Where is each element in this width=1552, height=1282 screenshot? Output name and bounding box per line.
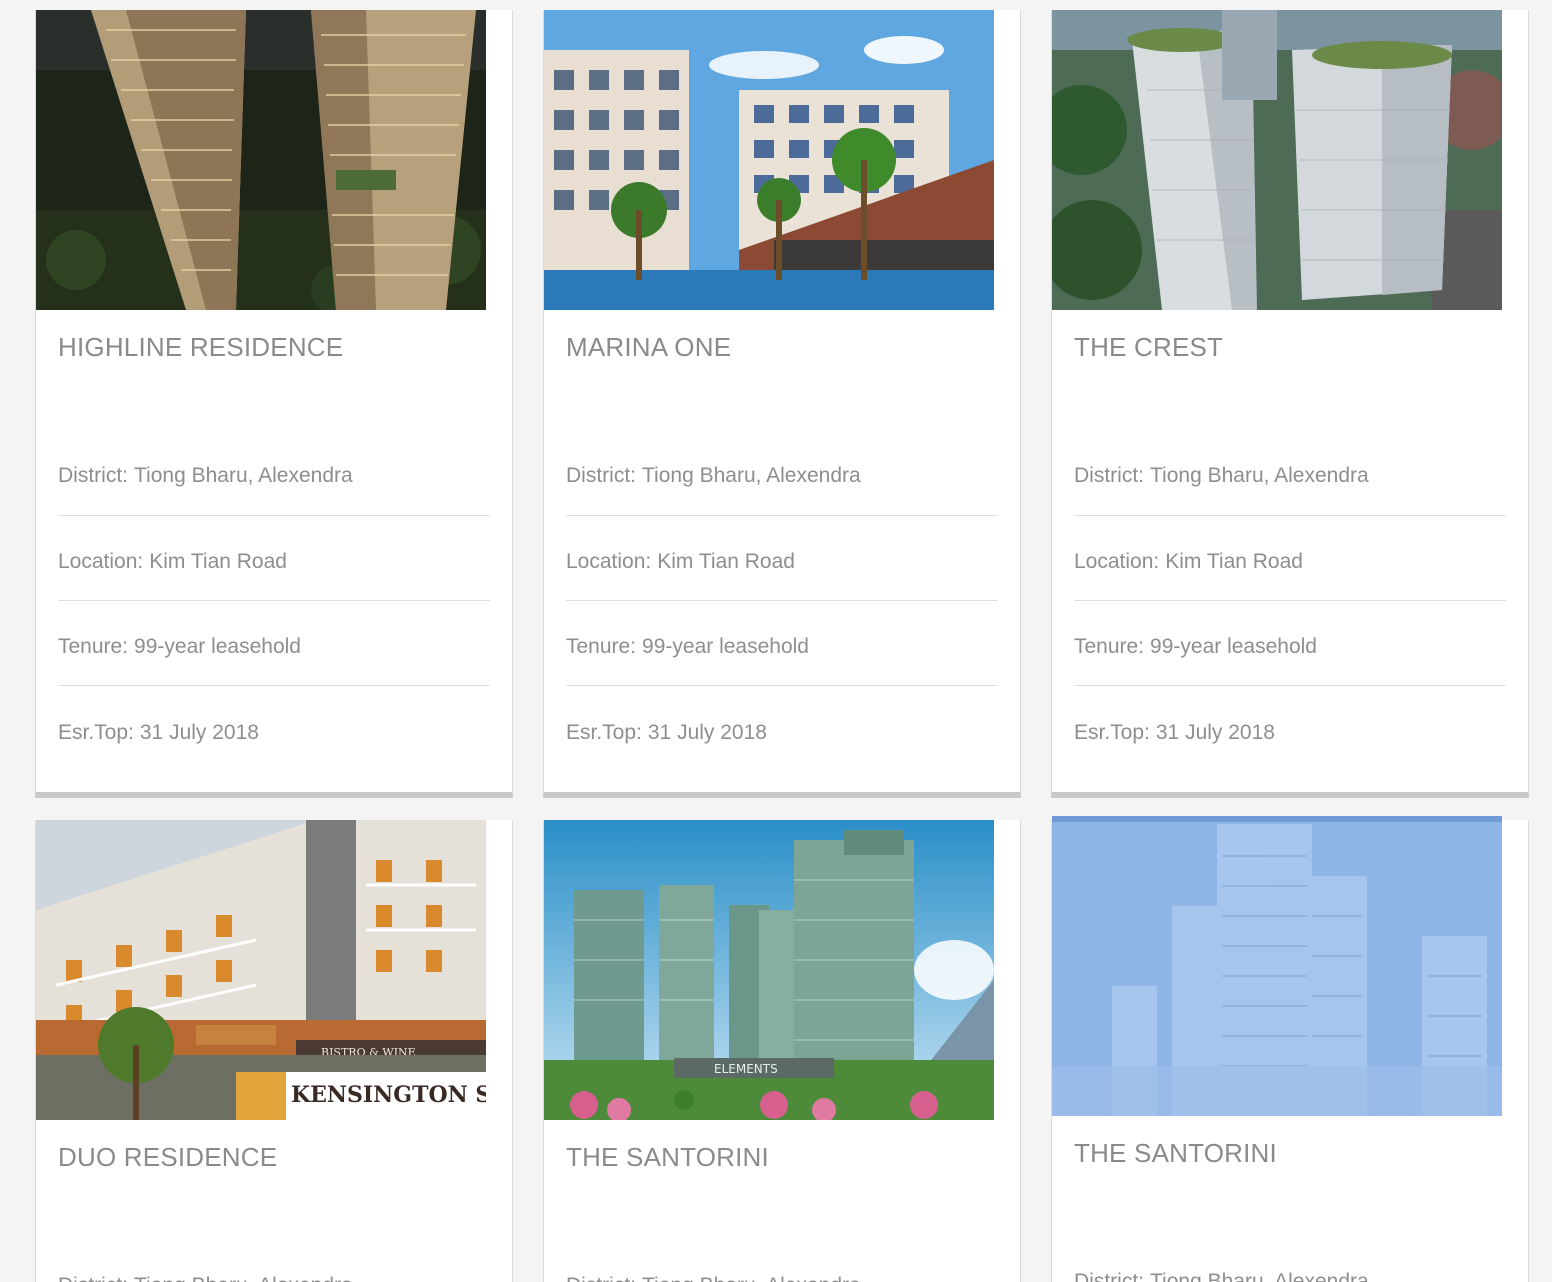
- top-date-value: 31 July 2018: [1155, 720, 1275, 744]
- district-label: District:: [58, 1274, 128, 1282]
- property-card-the-santorini[interactable]: ELEMENTS THE SANTORINI District: Tiong B…: [543, 820, 1021, 1282]
- district-value: Tiong Bharu, Alexendra: [134, 1274, 353, 1282]
- property-card-the-santorini-2[interactable]: THE SANTORINI District: Tiong Bharu, Ale…: [1051, 816, 1529, 1282]
- top-date-row: Esr.Top: 31 July 2018: [58, 686, 490, 771]
- tenure-row: Tenure: 99-year leasehold: [1074, 601, 1506, 686]
- district-row: District: Tiong Bharu, Alexendra: [1074, 1220, 1506, 1282]
- location-value: Kim Tian Road: [1165, 550, 1303, 573]
- property-grid: HIGHLINE RESIDENCE District: Tiong Bharu…: [0, 0, 1552, 1282]
- district-label: District:: [566, 1274, 636, 1282]
- property-card-the-crest[interactable]: THE CREST District: Tiong Bharu, Alexend…: [1051, 10, 1529, 798]
- tenure-label: Tenure:: [1074, 635, 1145, 658]
- location-label: Location:: [566, 550, 652, 573]
- property-title[interactable]: HIGHLINE RESIDENCE: [58, 330, 490, 414]
- tenure-label: Tenure:: [566, 635, 637, 658]
- district-row: District: Tiong Bharu, Alexendra: [566, 414, 998, 516]
- property-title[interactable]: MARINA ONE: [566, 330, 998, 414]
- district-value: Tiong Bharu, Alexendra: [642, 463, 861, 487]
- property-photo[interactable]: [36, 10, 486, 310]
- property-photo[interactable]: BISTRO & WINE KENSINGTON SQUARE: [36, 820, 486, 1120]
- tenure-row: Tenure: 99-year leasehold: [58, 601, 490, 686]
- building-sign-text: KENSINGTON SQUARE: [291, 1082, 486, 1108]
- district-row: District: Tiong Bharu, Alexendra: [566, 1224, 998, 1282]
- district-value: Tiong Bharu, Alexendra: [1150, 463, 1369, 487]
- top-date-label: Esr.Top:: [1074, 720, 1150, 744]
- property-photo[interactable]: [1052, 816, 1502, 1116]
- property-title[interactable]: THE CREST: [1074, 330, 1506, 414]
- tenure-label: Tenure:: [58, 635, 129, 658]
- district-value: Tiong Bharu, Alexendra: [642, 1274, 861, 1282]
- property-card-highline-residence[interactable]: HIGHLINE RESIDENCE District: Tiong Bharu…: [35, 10, 513, 798]
- tenure-value: 99-year leasehold: [642, 635, 809, 658]
- location-value: Kim Tian Road: [657, 550, 795, 573]
- building-sign-text: ELEMENTS: [714, 1062, 778, 1076]
- property-card-duo-residence[interactable]: BISTRO & WINE KENSINGTON SQUARE DUO RESI…: [35, 820, 513, 1282]
- top-date-row: Esr.Top: 31 July 2018: [1074, 686, 1506, 771]
- tenure-row: Tenure: 99-year leasehold: [566, 601, 998, 686]
- district-row: District: Tiong Bharu, Alexendra: [58, 414, 490, 516]
- location-row: Location: Kim Tian Road: [566, 516, 998, 601]
- property-photo[interactable]: [544, 10, 994, 310]
- location-row: Location: Kim Tian Road: [1074, 516, 1506, 601]
- property-title[interactable]: THE SANTORINI: [566, 1140, 998, 1224]
- tenure-value: 99-year leasehold: [134, 635, 301, 658]
- top-date-label: Esr.Top:: [566, 720, 642, 744]
- top-date-row: Esr.Top: 31 July 2018: [566, 686, 998, 771]
- location-label: Location:: [58, 550, 144, 573]
- district-value: Tiong Bharu, Alexendra: [1150, 1269, 1369, 1282]
- district-label: District:: [58, 463, 128, 487]
- location-value: Kim Tian Road: [149, 550, 287, 573]
- district-label: District:: [1074, 1269, 1144, 1282]
- district-row: District: Tiong Bharu, Alexendra: [1074, 414, 1506, 516]
- district-label: District:: [1074, 463, 1144, 487]
- location-label: Location:: [1074, 550, 1160, 573]
- property-card-marina-one[interactable]: MARINA ONE District: Tiong Bharu, Alexen…: [543, 10, 1021, 798]
- district-value: Tiong Bharu, Alexendra: [134, 463, 353, 487]
- district-label: District:: [566, 463, 636, 487]
- location-row: Location: Kim Tian Road: [58, 516, 490, 601]
- tenure-value: 99-year leasehold: [1150, 635, 1317, 658]
- top-date-value: 31 July 2018: [139, 720, 259, 744]
- district-row: District: Tiong Bharu, Alexendra: [58, 1224, 490, 1282]
- property-title[interactable]: DUO RESIDENCE: [58, 1140, 490, 1224]
- top-date-label: Esr.Top:: [58, 720, 134, 744]
- top-date-value: 31 July 2018: [647, 720, 767, 744]
- property-photo[interactable]: ELEMENTS: [544, 820, 994, 1120]
- property-title[interactable]: THE SANTORINI: [1074, 1136, 1506, 1220]
- property-photo[interactable]: [1052, 10, 1502, 310]
